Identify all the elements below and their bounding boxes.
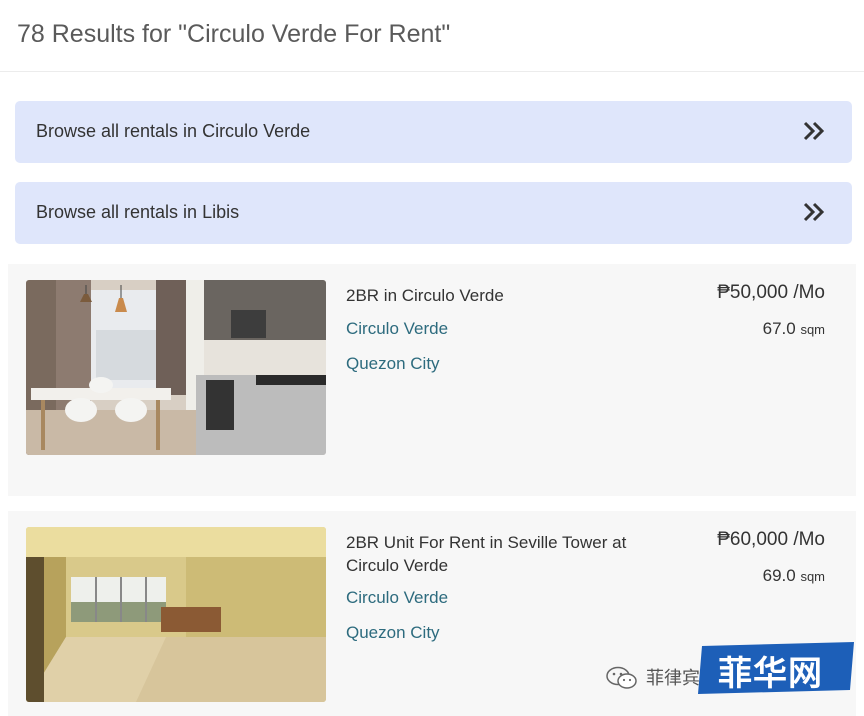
listing-card[interactable]: 2BR in Circulo Verde Circulo Verde Quezo… bbox=[8, 264, 856, 496]
site-logo-text: 菲华网 bbox=[718, 654, 823, 694]
listing-city-link[interactable]: Quezon City bbox=[346, 354, 440, 374]
listing-development-link[interactable]: Circulo Verde bbox=[346, 588, 448, 608]
listing-price: ₱60,000 /Mo bbox=[717, 529, 825, 550]
site-logo: 菲华网 bbox=[694, 640, 858, 696]
browse-label: Browse all rentals in Libis bbox=[36, 202, 240, 222]
browse-label: Browse all rentals in Circulo Verde bbox=[36, 121, 311, 141]
watermark-text: 菲律宾 bbox=[646, 668, 700, 688]
listing-city-link[interactable]: Quezon City bbox=[346, 623, 440, 643]
area-value: 67.0 bbox=[762, 319, 796, 338]
listing-price: ₱50,000 /Mo bbox=[717, 282, 825, 303]
area-unit: sqm bbox=[800, 322, 825, 337]
browse-circulo-verde-button[interactable]: Browse all rentals in Circulo Verde bbox=[15, 101, 852, 163]
results-title: 78 Results for "Circulo Verde For Rent" bbox=[17, 20, 451, 48]
browse-libis-button[interactable]: Browse all rentals in Libis bbox=[15, 182, 852, 244]
listing-photo[interactable] bbox=[26, 527, 326, 702]
listing-area: 67.0 sqm bbox=[763, 319, 825, 339]
area-unit: sqm bbox=[800, 569, 825, 584]
double-chevron-right-icon bbox=[803, 202, 825, 222]
area-value: 69.0 bbox=[762, 566, 796, 585]
listing-title[interactable]: 2BR Unit For Rent in Seville Tower at Ci… bbox=[346, 531, 666, 577]
listing-title[interactable]: 2BR in Circulo Verde bbox=[346, 284, 666, 307]
wechat-icon bbox=[606, 666, 637, 689]
listing-photo[interactable] bbox=[26, 280, 326, 455]
watermark: 菲律宾 菲华网 bbox=[602, 636, 860, 696]
listing-area: 69.0 sqm bbox=[763, 566, 825, 586]
results-header: 78 Results for "Circulo Verde For Rent" bbox=[0, 0, 864, 72]
listing-development-link[interactable]: Circulo Verde bbox=[346, 319, 448, 339]
double-chevron-right-icon bbox=[803, 121, 825, 141]
